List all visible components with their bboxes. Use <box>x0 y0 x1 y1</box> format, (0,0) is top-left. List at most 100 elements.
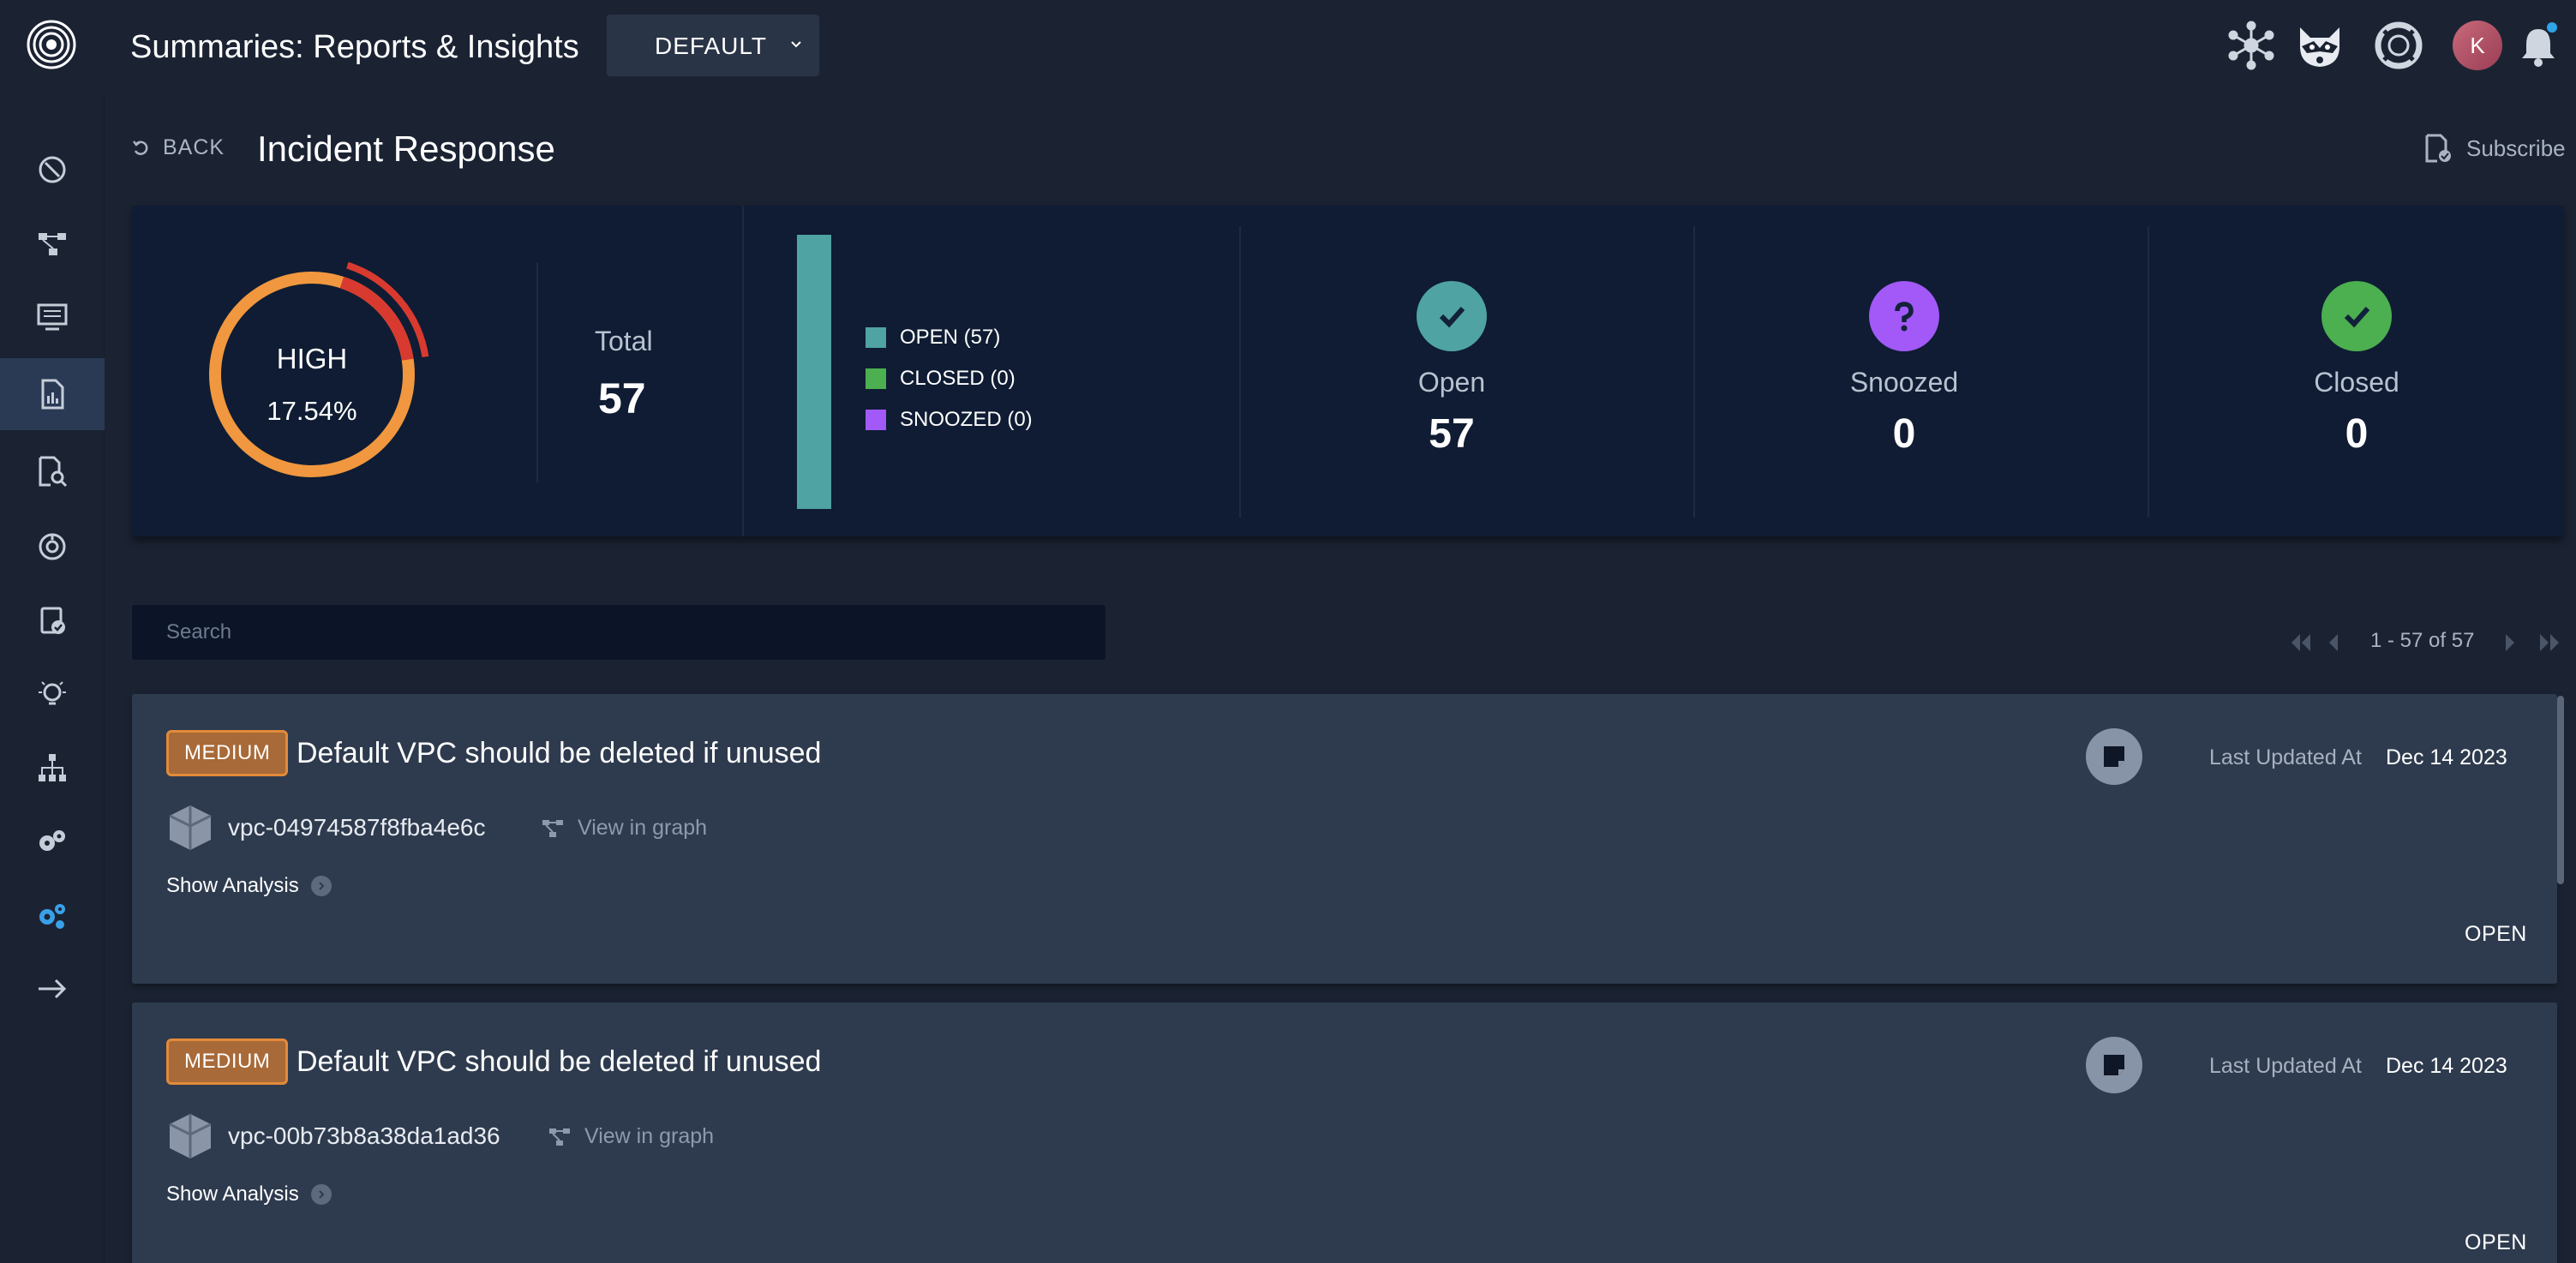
last-updated-label: Last Updated At <box>2209 1054 2362 1078</box>
chevron-right-icon <box>310 1184 332 1205</box>
monitor-list-icon <box>37 303 68 331</box>
org-chart-icon <box>39 754 66 781</box>
search-input[interactable] <box>132 605 1105 660</box>
sidebar-item-controls[interactable] <box>0 511 105 583</box>
graph-nodes-icon <box>549 1128 570 1146</box>
view-in-graph-label: View in graph <box>584 1124 715 1148</box>
resource-id: vpc-04974587f8fba4e6c <box>228 814 486 841</box>
user-avatar[interactable]: K <box>2453 21 2502 70</box>
sidebar-item-graph[interactable] <box>0 207 105 279</box>
stat-name: Closed <box>2314 367 2399 398</box>
back-button[interactable]: BACK <box>132 135 225 160</box>
help-lifebuoy-icon[interactable] <box>2374 21 2423 70</box>
finding-title[interactable]: Default VPC should be deleted if unused <box>297 1045 821 1079</box>
stat-open[interactable]: Open 57 <box>1225 281 1678 458</box>
last-page-icon[interactable] <box>2535 631 2564 655</box>
finding-title[interactable]: Default VPC should be deleted if unused <box>297 737 821 770</box>
back-label: BACK <box>163 135 225 159</box>
finding-status[interactable]: OPEN <box>2465 922 2527 947</box>
stat-value: 0 <box>2345 411 2369 457</box>
add-note-button[interactable] <box>2086 728 2142 785</box>
subscribe-label: Subscribe <box>2466 135 2566 161</box>
legend-item-snoozed: SNOOZED (0) <box>866 399 1033 440</box>
note-icon <box>2104 746 2124 767</box>
sidebar-item-integrations[interactable] <box>0 805 105 877</box>
last-updated-value: Dec 14 2023 <box>2386 745 2507 769</box>
sidebar-item-insights[interactable] <box>0 658 105 730</box>
legend-swatch <box>866 410 886 430</box>
sidebar-expand-button[interactable] <box>0 953 105 1025</box>
sidebar-item-reports[interactable] <box>0 358 105 430</box>
view-in-graph-link[interactable]: View in graph <box>548 1124 714 1149</box>
app-logo-icon[interactable] <box>26 19 77 70</box>
sidebar-item-settings[interactable] <box>0 879 105 951</box>
pagination-range: 1 - 57 of 57 <box>2370 629 2475 652</box>
graph-nodes-icon <box>542 819 563 837</box>
check-icon <box>1417 281 1487 351</box>
settings-gears-icon <box>39 904 65 929</box>
undo-arrow-icon <box>133 140 148 155</box>
next-page-icon[interactable] <box>2501 631 2519 655</box>
cogs-icon <box>39 830 65 851</box>
app-title: Summaries: Reports & Insights <box>130 29 579 65</box>
notifications-bell-icon[interactable] <box>2518 21 2559 70</box>
scrollbar[interactable] <box>2557 696 2564 884</box>
clipboard-check-icon <box>40 607 65 634</box>
previous-page-icon[interactable] <box>2324 631 2343 655</box>
finding-card[interactable]: MEDIUM Default VPC should be deleted if … <box>132 1003 2557 1263</box>
legend-swatch <box>866 368 886 389</box>
sidebar-item-search-docs[interactable] <box>0 435 105 507</box>
sidebar-item-compliance[interactable] <box>0 584 105 656</box>
legend-item-closed: CLOSED (0) <box>866 358 1033 399</box>
show-analysis-toggle[interactable]: Show Analysis <box>166 1182 332 1206</box>
stat-closed[interactable]: Closed 0 <box>2130 281 2576 458</box>
divider <box>536 262 538 483</box>
severity-badge: MEDIUM <box>166 1039 289 1085</box>
network-icon[interactable] <box>2226 21 2276 70</box>
raccoon-icon[interactable] <box>2295 21 2345 70</box>
compass-icon <box>39 156 66 183</box>
view-in-graph-label: View in graph <box>578 816 708 840</box>
legend-item-open: OPEN (57) <box>866 317 1033 358</box>
last-updated-value: Dec 14 2023 <box>2386 1054 2507 1078</box>
top-bar: Summaries: Reports & Insights DEFAULT K <box>0 0 2576 96</box>
stat-name: Snoozed <box>1849 367 1959 398</box>
environment-dropdown[interactable]: DEFAULT <box>607 15 819 76</box>
status-stacked-bar <box>797 235 831 509</box>
severity-percent: 17.54% <box>267 396 357 426</box>
finding-status[interactable]: OPEN <box>2465 1230 2527 1255</box>
show-analysis-toggle[interactable]: Show Analysis <box>166 874 332 898</box>
check-icon <box>2321 281 2392 351</box>
first-page-icon[interactable] <box>2286 631 2315 655</box>
total-value: 57 <box>598 374 646 422</box>
show-analysis-label: Show Analysis <box>166 874 299 897</box>
summary-panel: HIGH 17.54% Total 57 OPEN (57) CLOSED (0… <box>132 206 2564 536</box>
sidebar-item-inventory[interactable] <box>0 281 105 353</box>
arrow-right-icon <box>39 979 67 999</box>
total-label: Total <box>595 326 653 356</box>
sidebar-item-hierarchy[interactable] <box>0 732 105 804</box>
question-icon <box>1869 281 1939 351</box>
sidebar-item-dashboard[interactable] <box>0 134 105 206</box>
resource-id: vpc-00b73b8a38da1ad36 <box>228 1122 500 1149</box>
chevron-right-icon <box>310 876 332 896</box>
subscribe-document-icon <box>2425 134 2451 163</box>
vpc-resource-icon <box>169 805 212 850</box>
graph-nodes-icon <box>39 233 66 255</box>
stat-name: Open <box>1417 367 1486 398</box>
divider <box>742 206 744 536</box>
add-note-button[interactable] <box>2086 1037 2142 1093</box>
show-analysis-label: Show Analysis <box>166 1182 299 1206</box>
severity-badge: MEDIUM <box>166 730 289 776</box>
status-legend: OPEN (57) CLOSED (0) SNOOZED (0) <box>866 317 1033 440</box>
stat-value: 0 <box>1892 411 1916 457</box>
document-search-icon <box>39 456 68 488</box>
severity-level: HIGH <box>276 343 348 374</box>
chevron-down-icon <box>791 41 801 48</box>
stat-snoozed[interactable]: Snoozed 0 <box>1678 281 2130 458</box>
finding-card[interactable]: MEDIUM Default VPC should be deleted if … <box>132 694 2557 984</box>
view-in-graph-link[interactable]: View in graph <box>542 816 707 841</box>
report-document-icon <box>41 379 64 410</box>
legend-swatch <box>866 327 886 348</box>
subscribe-button[interactable]: Subscribe <box>2423 134 2566 163</box>
